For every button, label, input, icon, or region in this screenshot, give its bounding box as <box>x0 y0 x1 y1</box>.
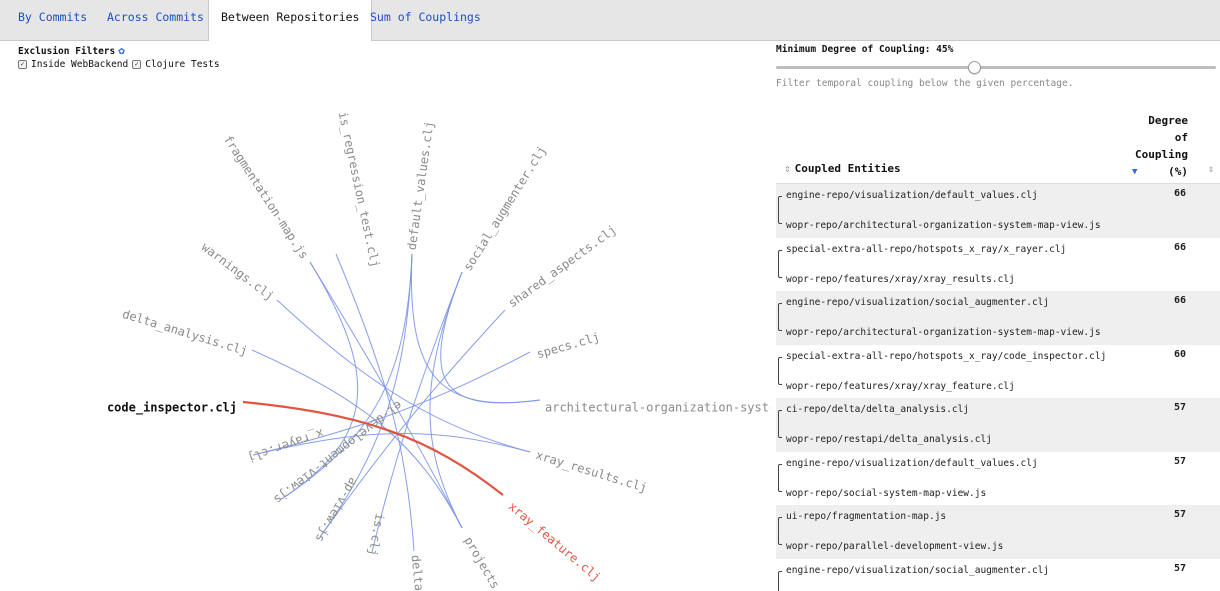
table-row[interactable]: engine-repo/visualization/social_augment… <box>776 559 1220 591</box>
entity-first: ui-repo/fragmentation-map.js <box>786 511 947 522</box>
entity-second: wopr-repo/social-system-map-view.js <box>786 487 987 499</box>
exclusion-filters-heading: Exclusion Filters ✿ <box>18 44 125 57</box>
table-row[interactable]: ci-repo/delta/delta_analysis.clj wopr-re… <box>776 398 1220 452</box>
graph-node-label[interactable]: el-development-view.js <box>271 398 405 507</box>
entity-first: engine-repo/visualization/default_values… <box>786 190 1038 201</box>
table-row[interactable]: engine-repo/visualization/default_values… <box>776 184 1220 238</box>
table-row[interactable]: special-extra-all-repo/hotspots_x_ray/co… <box>776 345 1220 399</box>
exclusion-filters: ✓ Inside WebBackend ✓ Clojure Tests <box>18 59 220 70</box>
entity-second: wopr-repo/restapi/delta_analysis.clj <box>786 434 992 445</box>
table-row[interactable]: engine-repo/visualization/default_values… <box>776 452 1220 506</box>
entity-first: engine-repo/visualization/default_values… <box>786 457 1038 469</box>
sort-icon: ⇕ <box>784 162 791 175</box>
column-header-coupled-entities[interactable]: ⇕ Coupled Entities <box>784 162 901 175</box>
graph-node-label[interactable]: xray_results.clj <box>534 448 649 495</box>
graph-node-label[interactable]: ap-view.js <box>312 475 360 545</box>
degree-value: 66 <box>1173 188 1186 199</box>
graph-node-label[interactable]: code_inspector.clj <box>107 401 237 416</box>
min-coupling-label: Minimum Degree of Coupling: 45% <box>776 44 954 55</box>
table-row[interactable]: ui-repo/fragmentation-map.js wopr-repo/p… <box>776 505 1220 559</box>
graph-node-label[interactable]: architectural-organization-system-ma <box>545 401 770 415</box>
graph-node-label[interactable]: social_augmenter.clj <box>461 143 549 273</box>
graph-node-label[interactable]: xray_feature.clj <box>506 499 604 584</box>
degree-value: 57 <box>1173 402 1186 413</box>
degree-value: 66 <box>1173 295 1186 306</box>
tab-between-repositories[interactable]: Between Repositories <box>208 0 373 41</box>
filter-inside-webbackend-label: Inside WebBackend <box>31 59 129 70</box>
entity-second: wopr-repo/architectural-organization-sys… <box>786 220 1101 231</box>
degree-value: 57 <box>1173 509 1186 520</box>
pair-bracket <box>778 249 782 278</box>
pair-bracket <box>778 410 782 438</box>
tab-sum-of-couplings[interactable]: Sum of Couplings <box>370 10 481 24</box>
degree-header-line: Degree <box>1148 114 1188 127</box>
sort-icon[interactable]: ⇕ <box>1208 164 1214 175</box>
pair-bracket <box>778 196 782 224</box>
degree-value: 57 <box>1173 455 1186 467</box>
entity-first: engine-repo/visualization/social_augment… <box>786 297 1050 308</box>
coupling-link <box>429 271 463 529</box>
degree-value: 66 <box>1173 241 1186 253</box>
filter-clojure-tests-checkbox[interactable]: ✓ <box>132 60 142 69</box>
coupling-table-body: engine-repo/visualization/default_values… <box>776 184 1220 591</box>
pair-bracket <box>778 570 782 591</box>
tab-bar: By Commits Across Commits Between Reposi… <box>0 0 1220 41</box>
sort-descending-icon[interactable]: ▼ <box>1132 167 1137 177</box>
pair-bracket <box>778 463 782 492</box>
pair-bracket <box>778 356 782 385</box>
graph-node-label[interactable]: fragmentation-map.js <box>221 133 311 262</box>
coupling-table-header: ⇕ Coupled Entities Degree of Coupling (%)… <box>776 112 1220 184</box>
filter-inside-webbackend-checkbox[interactable]: ✓ <box>18 60 27 69</box>
slider-thumb[interactable] <box>968 61 981 74</box>
graph-node-label[interactable]: delta. <box>409 554 427 591</box>
min-coupling-hint: Filter temporal coupling below the given… <box>776 78 1074 89</box>
entity-second: wopr-repo/features/xray/xray_results.clj <box>786 273 1015 285</box>
pair-bracket <box>778 517 782 545</box>
coupling-graph: is_regression_test.clj default_values.clj… <box>107 110 770 591</box>
graph-node-label[interactable]: default_values.clj <box>405 120 437 251</box>
graph-node-label[interactable]: is.clj <box>366 512 387 557</box>
min-coupling-slider[interactable] <box>776 61 1216 74</box>
filter-clojure-tests-label: Clojure Tests <box>145 59 220 70</box>
graph-node-label[interactable]: projects.s <box>461 534 509 591</box>
column-header-degree[interactable]: Degree of Coupling (%) <box>1132 112 1188 180</box>
degree-value: 57 <box>1173 562 1186 574</box>
degree-header-line: of <box>1174 131 1188 144</box>
tab-by-commits[interactable]: By Commits <box>18 10 87 24</box>
entity-second: wopr-repo/features/xray/xray_feature.clj <box>786 380 1015 392</box>
table-row[interactable]: engine-repo/visualization/social_augment… <box>776 291 1220 345</box>
graph-node-label[interactable]: specs.clj <box>535 330 601 361</box>
gear-icon[interactable]: ✿ <box>118 44 125 57</box>
exclusion-filters-title: Exclusion Filters <box>18 46 116 57</box>
degree-header-line: Coupling <box>1135 148 1188 161</box>
coupling-link <box>410 253 541 404</box>
entity-first: ci-repo/delta/delta_analysis.clj <box>786 404 970 415</box>
entity-first: special-extra-all-repo/hotspots_x_ray/x_… <box>786 243 1067 255</box>
table-row[interactable]: special-extra-all-repo/hotspots_x_ray/x_… <box>776 238 1220 292</box>
graph-node-label[interactable]: warnings.clj <box>199 240 277 303</box>
tab-across-commits[interactable]: Across Commits <box>107 10 204 24</box>
graph-node-label[interactable]: x_rayer.clj <box>246 426 326 465</box>
degree-header-line: (%) <box>1168 165 1188 178</box>
graph-node-label[interactable]: delta_analysis.clj <box>121 307 249 358</box>
pair-bracket <box>778 303 782 331</box>
column-header-coupled-entities-label: Coupled Entities <box>794 162 901 175</box>
entity-second: wopr-repo/architectural-organization-sys… <box>786 327 1101 338</box>
degree-value: 60 <box>1173 348 1186 360</box>
coupling-link <box>279 253 413 501</box>
graph-node-label[interactable]: shared_aspects.clj <box>506 222 619 310</box>
entity-first: special-extra-all-repo/hotspots_x_ray/co… <box>786 350 1107 362</box>
graph-node-label[interactable]: is_regression_test.clj <box>336 110 383 268</box>
entity-first: engine-repo/visualization/social_augment… <box>786 564 1050 576</box>
entity-second: wopr-repo/parallel-development-view.js <box>786 541 1004 552</box>
